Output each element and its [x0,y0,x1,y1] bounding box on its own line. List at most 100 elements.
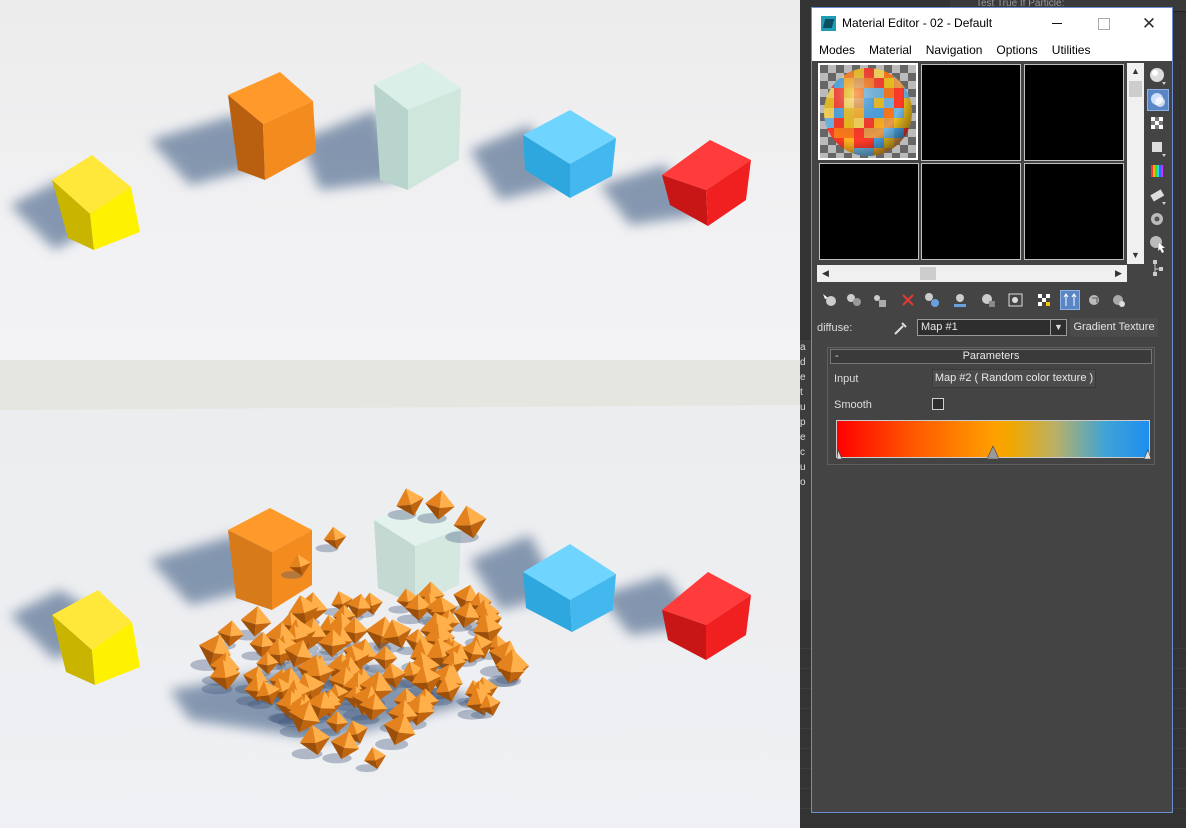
fragment: p [800,417,806,428]
fragment: o [800,477,806,488]
collapse-icon: - [835,350,839,362]
gradient-flag-3[interactable] [1143,449,1152,460]
gradient-flag-1[interactable] [836,448,843,460]
input-map-button[interactable]: Map #2 ( Random color texture ) [932,369,1096,388]
mint-cube-bottom [374,505,461,605]
cubes-scene-bottom [0,360,800,773]
scroll-down-arrow[interactable]: ▼ [1127,247,1144,264]
make-unique-icon[interactable] [922,290,942,310]
mint-cube [374,62,461,190]
select-by-material-icon[interactable] [1147,233,1169,255]
gradient-flags [836,445,1152,460]
scroll-up-arrow[interactable]: ▲ [1127,63,1144,80]
sample-slot-2[interactable] [921,64,1021,161]
chevron-down-icon[interactable]: ▼ [1050,320,1066,335]
options-icon[interactable] [1147,209,1169,231]
sample-slot-6[interactable] [1024,163,1124,260]
go-to-parent-icon[interactable] [1060,290,1080,310]
parameters-title: Parameters [962,350,1020,362]
menu-navigation[interactable]: Navigation [926,43,983,57]
menu-material[interactable]: Material [869,43,912,57]
red-x-icon [902,294,914,306]
checker-icon [1151,117,1163,129]
fragment: u [800,462,806,473]
end-result-glyph [1038,294,1050,306]
slots-vertical-scrollbar[interactable]: ▲ ▼ [1127,63,1144,264]
sample-type-icon[interactable] [1147,65,1169,87]
eyedropper-icon[interactable] [892,319,910,337]
sample-slot-5[interactable] [921,163,1021,260]
gradient-ramp[interactable] [836,420,1152,460]
go-forward-to-sibling-icon[interactable] [1084,290,1104,310]
orange-cube [228,72,316,180]
gradient-flag-2[interactable] [986,445,1000,460]
sample-slot-4[interactable] [819,163,919,260]
parameters-rollout: - Parameters Input Map #2 ( Random color… [827,347,1155,465]
material-navigator-icon[interactable] [1147,257,1169,279]
background-icon[interactable] [1147,113,1169,135]
map-name-dropdown[interactable]: Map #1 ▼ [917,319,1067,336]
menu-options[interactable]: Options [996,43,1037,57]
maximize-button[interactable] [1080,8,1126,39]
material-effects-icon[interactable] [1108,290,1128,310]
fragment: e [800,372,806,383]
screen: Test True If Particle: a d e t u p e c u… [0,0,1186,828]
checker-sphere-preview [820,65,916,158]
map-name-value: Map #1 [921,321,958,333]
input-label: Input [834,373,859,385]
scroll-left-arrow[interactable]: ◀ [817,265,834,282]
eyedropper-glyph [894,322,907,335]
material-editor-window: Material Editor - 02 - Default ✕ Modes M… [811,7,1173,813]
map-type-button[interactable]: Gradient Texture [1070,318,1158,337]
slots-horizontal-scrollbar[interactable]: ◀ ▶ [817,265,1127,282]
material-id-channel-icon[interactable] [978,290,998,310]
partial-panel-text: a d e t u p e c u o [800,340,811,600]
fragment: c [800,447,805,458]
put-to-scene-icon[interactable] [844,290,864,310]
sample-uv-tiling-icon[interactable] [1147,137,1169,159]
viewport-glyph [1008,293,1023,307]
reset-map-icon[interactable] [898,290,918,310]
fragment: t [800,387,803,398]
parameters-rollout-header[interactable]: - Parameters [830,349,1152,364]
fragment: d [800,357,806,368]
scroll-right-arrow[interactable]: ▶ [1110,265,1127,282]
sample-slot-1[interactable] [818,63,918,160]
smooth-checkbox[interactable] [932,398,944,410]
make-preview-icon[interactable] [1147,185,1169,207]
sample-slot-3[interactable] [1024,64,1124,161]
backlight-icon[interactable] [1147,89,1169,111]
smooth-label: Smooth [834,399,872,411]
diffuse-label: diffuse: [817,322,853,334]
up-arrow-glyph [1063,293,1077,306]
put-to-library-icon[interactable] [950,290,970,310]
put-to-scene-glyph [847,294,861,306]
menu-utilities[interactable]: Utilities [1052,43,1091,57]
minimize-button[interactable] [1034,8,1080,39]
red-cube-bottom [662,572,751,660]
video-color-check-icon[interactable] [1147,161,1169,183]
octahedron [315,526,347,553]
title-bar[interactable]: Material Editor - 02 - Default ✕ [812,8,1172,39]
sibling-glyph [1089,295,1099,305]
gear-sphere-icon [1151,213,1163,225]
scroll-thumb[interactable] [1129,81,1142,97]
get-material-icon[interactable] [820,290,840,310]
square-icon [1152,142,1166,157]
assign-to-selection-icon[interactable] [870,290,890,310]
sphere-icon [1150,68,1166,85]
3dsmax-app-icon [821,16,836,31]
show-shaded-in-viewport-icon[interactable] [1006,290,1026,310]
menu-modes[interactable]: Modes [819,43,855,57]
film-icon [1150,189,1166,205]
backlight-sphere-icon [1151,93,1165,107]
color-bars-icon [1151,165,1163,177]
copy-glyph [925,293,939,307]
fragment: a [800,342,806,353]
assign-glyph [874,295,886,307]
cubes-scene-top [10,62,751,250]
close-button[interactable]: ✕ [1126,8,1172,39]
show-end-result-icon[interactable] [1034,290,1054,310]
map-name-row: diffuse: Map #1 ▼ Gradient Texture [812,317,1172,339]
scroll-thumb[interactable] [920,267,936,280]
